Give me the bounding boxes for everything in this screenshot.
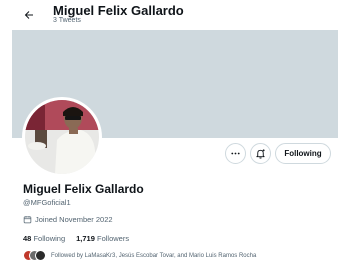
avatar: [25, 100, 99, 174]
user-handle: @MFGoficial1: [23, 198, 71, 207]
avatar-frame[interactable]: [22, 97, 102, 177]
following-count-link[interactable]: 48 Following: [23, 234, 65, 243]
calendar-icon: [23, 216, 32, 224]
display-name: Miguel Felix Gallardo: [23, 182, 144, 196]
following-label: Following: [33, 234, 66, 243]
more-icon: [231, 152, 240, 155]
following-count: 48: [23, 234, 32, 243]
back-button[interactable]: [20, 6, 38, 24]
followers-label: Followers: [97, 234, 130, 243]
followed-by-text: Followed by LaMasaKr3, Jesús Escobar Tov…: [51, 253, 257, 259]
follow-stats: 48 Following 1,719 Followers: [23, 234, 129, 243]
followers-count: 1,719: [76, 234, 95, 243]
header-title: Miguel Felix Gallardo: [53, 3, 184, 18]
join-date: Joined November 2022: [23, 215, 113, 224]
notification-bell-icon: [256, 149, 265, 159]
followed-by[interactable]: Followed by LaMasaKr3, Jesús Escobar Tov…: [23, 250, 256, 262]
followed-by-avatars: [23, 250, 47, 262]
top-bar: Miguel Felix Gallardo 3 Tweets: [0, 0, 350, 30]
join-date-text: Joined November 2022: [35, 215, 113, 224]
more-button[interactable]: [225, 143, 246, 164]
following-button[interactable]: Following: [275, 143, 331, 164]
mini-avatar: [35, 250, 46, 261]
followers-count-link[interactable]: 1,719 Followers: [76, 234, 129, 243]
arrow-left-icon: [24, 11, 33, 19]
notify-button[interactable]: [250, 143, 271, 164]
tweet-count: 3 Tweets: [53, 17, 81, 24]
